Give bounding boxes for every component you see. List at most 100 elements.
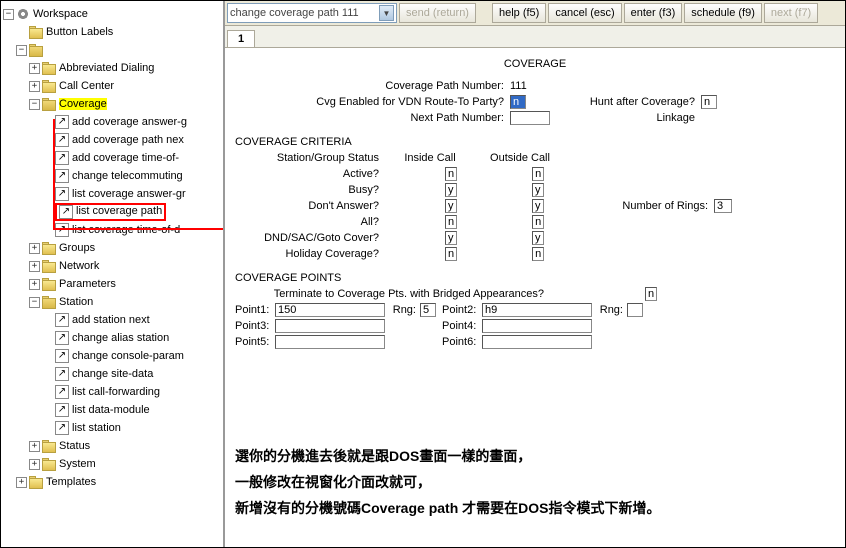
folder-icon (42, 458, 56, 470)
p5-label: Point5: (235, 336, 275, 348)
send-button[interactable]: send (return) (399, 3, 476, 23)
status-node[interactable]: +Status (3, 437, 221, 455)
chevron-down-icon[interactable]: ▼ (379, 5, 394, 21)
dnd-inside[interactable]: y (445, 231, 457, 245)
folder-open-icon (29, 44, 43, 56)
expander-icon[interactable]: + (29, 243, 40, 254)
expander-icon[interactable]: − (29, 297, 40, 308)
p1-label: Point1: (235, 304, 275, 316)
call-center-node[interactable]: + Call Center (3, 77, 221, 95)
station-item[interactable]: list station (3, 419, 221, 437)
p4-label: Point4: (442, 320, 482, 332)
expander-icon[interactable]: + (29, 63, 40, 74)
groups-node[interactable]: +Groups (3, 239, 221, 257)
coverage-item[interactable]: list coverage answer-gr (3, 185, 221, 203)
shortcut-icon (55, 115, 69, 129)
p4-value[interactable] (482, 319, 592, 333)
holiday-inside[interactable]: n (445, 247, 457, 261)
workspace-node[interactable]: − Workspace (3, 5, 221, 23)
button-labels-node[interactable]: Button Labels (3, 23, 221, 41)
next-path-value[interactable] (510, 111, 550, 125)
cpn-label: Coverage Path Number: (235, 80, 510, 92)
shortcut-icon (55, 151, 69, 165)
page-title: COVERAGE (235, 58, 835, 70)
p6-value[interactable] (482, 335, 592, 349)
holiday-outside[interactable]: n (532, 247, 544, 261)
station-item[interactable]: list data-module (3, 401, 221, 419)
expander-icon[interactable]: + (16, 477, 27, 488)
rings-value[interactable]: 3 (714, 199, 732, 213)
parameters-label: Parameters (59, 278, 116, 290)
annotation-text: 選你的分機進去後就是跟DOS畫面一樣的畫面， 一般修改在視窗化介面改就可， 新增… (235, 443, 660, 521)
abbrev-node[interactable]: + Abbreviated Dialing (3, 59, 221, 77)
shortcut-icon (55, 367, 69, 381)
station-item[interactable]: list call-forwarding (3, 383, 221, 401)
expander-icon[interactable]: − (3, 9, 14, 20)
coverage-item[interactable]: add coverage path nex (3, 131, 221, 149)
busy-outside[interactable]: y (532, 183, 544, 197)
cancel-button[interactable]: cancel (esc) (548, 3, 621, 23)
dont-outside[interactable]: y (532, 199, 544, 213)
linkage-label: Linkage (550, 112, 701, 124)
points-header: COVERAGE POINTS (235, 272, 835, 284)
rng2-value[interactable] (627, 303, 643, 317)
dnd-outside[interactable]: y (532, 231, 544, 245)
tab-1[interactable]: 1 (227, 30, 255, 47)
expander-icon[interactable]: + (29, 279, 40, 290)
p3-value[interactable] (275, 319, 385, 333)
p5-value[interactable] (275, 335, 385, 349)
coverage-node[interactable]: − Coverage (3, 95, 221, 113)
active-outside[interactable]: n (532, 167, 544, 181)
coverage-item-selected[interactable]: list coverage path (3, 203, 221, 221)
coverage-item[interactable]: add coverage time-of- (3, 149, 221, 167)
cvg-value[interactable]: n (510, 95, 526, 109)
coverage-item[interactable]: list coverage time-of-d (3, 221, 221, 239)
rng1-value[interactable]: 5 (420, 303, 436, 317)
parameters-node[interactable]: + Parameters (3, 275, 221, 293)
all-inside[interactable]: n (445, 215, 457, 229)
enter-button[interactable]: enter (f3) (624, 3, 683, 23)
station-item[interactable]: change alias station (3, 329, 221, 347)
station-label: Station (59, 296, 93, 308)
container-node[interactable]: − (3, 41, 221, 59)
system-node[interactable]: +System (3, 455, 221, 473)
coverage-item[interactable]: add coverage answer-g (3, 113, 221, 131)
expander-icon[interactable]: + (29, 441, 40, 452)
templates-node[interactable]: + Templates (3, 473, 221, 491)
active-label: Active? (235, 168, 385, 180)
station-item-label: list call-forwarding (72, 386, 160, 398)
network-node[interactable]: +Network (3, 257, 221, 275)
station-node[interactable]: − Station (3, 293, 221, 311)
folder-icon (42, 260, 56, 272)
shortcut-icon (55, 385, 69, 399)
expander-icon[interactable]: + (29, 81, 40, 92)
coverage-item-label: change telecommuting (72, 170, 183, 182)
p2-value[interactable]: h9 (482, 303, 592, 317)
next-button[interactable]: next (f7) (764, 3, 818, 23)
coverage-item-label: list coverage answer-gr (72, 188, 186, 200)
terminate-value[interactable]: n (645, 287, 657, 301)
p3-label: Point3: (235, 320, 275, 332)
hunt-value[interactable]: n (701, 95, 717, 109)
all-outside[interactable]: n (532, 215, 544, 229)
help-button[interactable]: help (f5) (492, 3, 546, 23)
busy-inside[interactable]: y (445, 183, 457, 197)
dont-inside[interactable]: y (445, 199, 457, 213)
templates-label: Templates (46, 476, 96, 488)
annotation-line: 選你的分機進去後就是跟DOS畫面一樣的畫面， (235, 443, 660, 469)
station-item[interactable]: change console-param (3, 347, 221, 365)
annotation-arrow (53, 119, 55, 230)
expander-icon[interactable]: + (29, 261, 40, 272)
expander-icon[interactable]: − (29, 99, 40, 110)
expander-icon[interactable]: − (16, 45, 27, 56)
station-item[interactable]: add station next (3, 311, 221, 329)
active-inside[interactable]: n (445, 167, 457, 181)
shortcut-icon (55, 403, 69, 417)
station-item[interactable]: change site-data (3, 365, 221, 383)
p1-value[interactable]: 150 (275, 303, 385, 317)
command-combo[interactable]: change coverage path 111 ▼ (227, 3, 397, 23)
station-item-label: list data-module (72, 404, 150, 416)
coverage-item[interactable]: change telecommuting (3, 167, 221, 185)
expander-icon[interactable]: + (29, 459, 40, 470)
schedule-button[interactable]: schedule (f9) (684, 3, 762, 23)
